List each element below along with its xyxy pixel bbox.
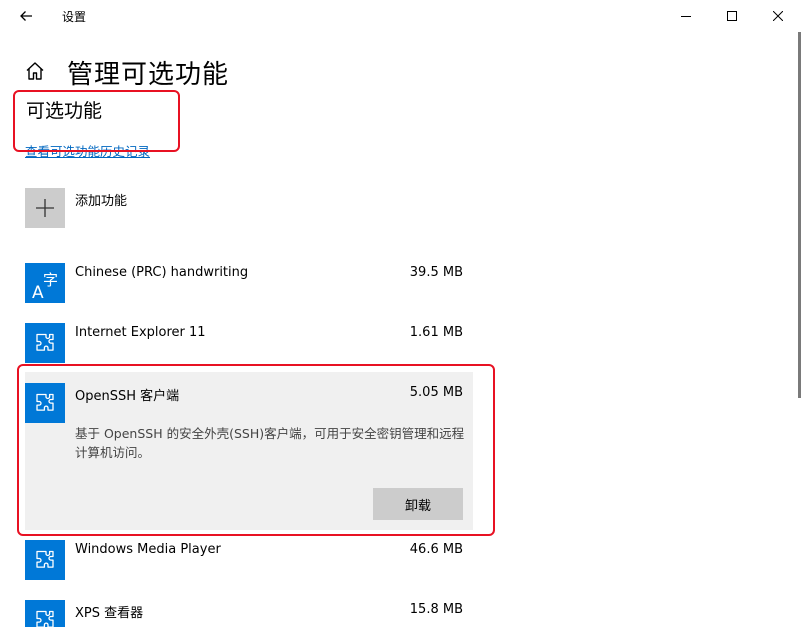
home-icon	[26, 62, 44, 80]
feature-item-chinese-handwriting[interactable]: A 字 Chinese (PRC) handwriting 39.5 MB	[25, 263, 473, 303]
maximize-button[interactable]	[709, 0, 755, 32]
feature-size: 46.6 MB	[409, 542, 463, 557]
puzzle-icon	[36, 333, 54, 351]
app-title: 设置	[62, 10, 87, 24]
back-button[interactable]	[14, 4, 38, 28]
feature-item-internet-explorer[interactable]: Internet Explorer 11 1.61 MB	[25, 323, 473, 363]
title-bar: 设置	[0, 0, 801, 32]
page-title: 管理可选功能	[67, 60, 230, 90]
chinese-handwriting-icon: A 字	[32, 271, 58, 303]
puzzle-icon	[36, 550, 54, 568]
feature-tile: A 字	[25, 263, 65, 303]
feature-name: XPS 查看器	[75, 606, 144, 621]
feature-name: Internet Explorer 11	[75, 325, 206, 340]
close-button[interactable]	[755, 0, 801, 32]
feature-tile	[25, 540, 65, 580]
maximize-icon	[727, 11, 737, 21]
plus-icon	[36, 199, 54, 217]
svg-text:字: 字	[43, 271, 58, 289]
feature-size: 39.5 MB	[409, 265, 463, 280]
feature-size: 1.61 MB	[409, 325, 463, 340]
add-tile	[25, 188, 65, 228]
feature-size: 15.8 MB	[409, 602, 463, 617]
minimize-icon	[681, 16, 691, 17]
back-arrow-icon	[20, 11, 32, 21]
feature-item-windows-media-player[interactable]: Windows Media Player 46.6 MB	[25, 540, 473, 580]
highlight-box-openssh	[17, 364, 495, 536]
close-icon	[773, 11, 783, 21]
highlight-box-section	[13, 90, 180, 152]
add-feature-label: 添加功能	[75, 194, 128, 209]
feature-name: Windows Media Player	[75, 542, 221, 557]
home-button[interactable]	[24, 60, 46, 82]
feature-tile	[25, 323, 65, 363]
minimize-button[interactable]	[663, 0, 709, 32]
feature-name: Chinese (PRC) handwriting	[75, 265, 249, 280]
feature-item-xps-viewer[interactable]: XPS 查看器 15.8 MB	[25, 600, 473, 627]
puzzle-icon	[36, 610, 54, 627]
feature-tile	[25, 600, 65, 627]
